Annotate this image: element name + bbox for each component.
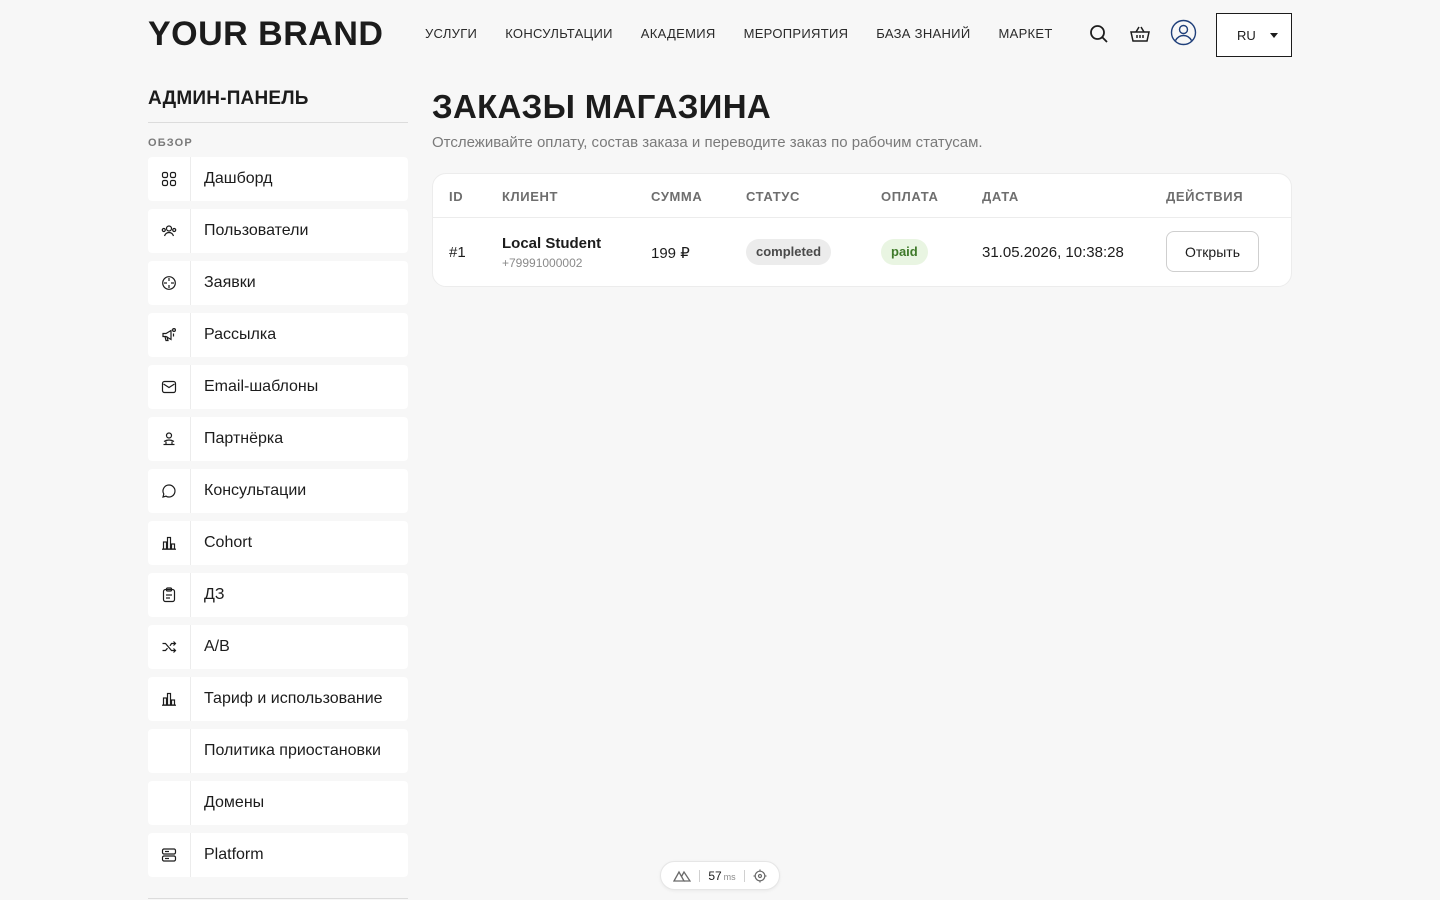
bar-chart-icon <box>148 521 191 565</box>
order-amount: 199 ₽ <box>651 245 690 262</box>
sidebar-item-ab-test[interactable]: A/B <box>148 625 408 669</box>
sidebar-item-consultations[interactable]: Консультации <box>148 469 408 513</box>
dashboard-icon <box>148 157 191 201</box>
chat-icon <box>148 469 191 513</box>
nuxt-icon[interactable] <box>673 870 692 882</box>
column-header-date: ДАТА <box>982 189 1019 204</box>
sidebar-item-label: Домены <box>204 794 265 811</box>
sidebar-item-label: Пользователи <box>204 222 309 239</box>
user-icon[interactable] <box>1170 19 1197 46</box>
server-icon <box>148 833 191 877</box>
order-id: #1 <box>449 244 466 261</box>
basket-icon[interactable] <box>1128 22 1152 46</box>
render-time: 57 ms <box>708 869 735 883</box>
shuffle-icon <box>148 625 191 669</box>
language-value: RU <box>1237 27 1256 43</box>
sidebar-item-label: Политика приостановки <box>204 742 381 759</box>
column-header-payment: ОПЛАТА <box>881 189 939 204</box>
sidebar-item-label: Консультации <box>204 482 307 499</box>
nav-item-academy[interactable]: АКАДЕМИЯ <box>641 26 716 41</box>
client-name: Local Student <box>502 235 602 252</box>
sidebar-item-email-templates[interactable]: Email-шаблоны <box>148 365 408 409</box>
sidebar-item-label: Партнёрка <box>204 430 284 447</box>
render-time-unit: ms <box>723 871 736 882</box>
sidebar-divider <box>148 898 408 899</box>
sidebar-item-users[interactable]: Пользователи <box>148 209 408 253</box>
column-header-client: КЛИЕНТ <box>502 189 558 204</box>
devtools-separator <box>743 869 745 882</box>
sidebar-item-label: Cohort <box>204 534 253 551</box>
column-header-id: ID <box>449 189 464 204</box>
orders-table: ID КЛИЕНТ СУММА СТАТУС ОПЛАТА ДАТА ДЕЙСТ… <box>432 173 1292 287</box>
clipboard-icon <box>148 573 191 617</box>
bar-chart-icon <box>148 677 191 721</box>
empty-icon-slot <box>148 781 191 825</box>
status-badge: completed <box>746 239 832 265</box>
sidebar-item-label: Рассылка <box>204 326 277 343</box>
sidebar-title: АДМИН-ПАНЕЛЬ <box>148 88 408 123</box>
nav-item-knowledge-base[interactable]: БАЗА ЗНАНИЙ <box>876 26 970 41</box>
language-select[interactable]: RU <box>1216 13 1292 57</box>
chevron-down-icon <box>1270 33 1278 38</box>
mail-icon <box>148 365 191 409</box>
nav-item-events[interactable]: МЕРОПРИЯТИЯ <box>744 26 849 41</box>
column-header-actions: ДЕЙСТВИЯ <box>1166 189 1244 204</box>
sidebar-item-platform[interactable]: Platform <box>148 833 408 877</box>
devtools-toolbar: 57 ms <box>660 861 780 890</box>
nav-item-consultations[interactable]: КОНСУЛЬТАЦИИ <box>505 26 613 41</box>
partner-icon <box>148 417 191 461</box>
table-header: ID КЛИЕНТ СУММА СТАТУС ОПЛАТА ДАТА ДЕЙСТ… <box>433 174 1291 218</box>
page-title: ЗАКАЗЫ МАГАЗИНА <box>432 88 771 125</box>
sidebar-item-domains[interactable]: Домены <box>148 781 408 825</box>
inspect-target-icon[interactable] <box>753 869 767 883</box>
sidebar-item-label: A/B <box>204 638 230 655</box>
top-header: YOUR BRAND УСЛУГИ КОНСУЛЬТАЦИИ АКАДЕМИЯ … <box>0 0 1440 70</box>
sidebar-item-requests[interactable]: Заявки <box>148 261 408 305</box>
sidebar-item-label: Тариф и использование <box>204 690 383 707</box>
sidebar-item-cohort[interactable]: Cohort <box>148 521 408 565</box>
sidebar-item-label: Platform <box>204 846 264 863</box>
sidebar-item-label: Дашборд <box>204 170 273 187</box>
sidebar-item-label: Email-шаблоны <box>204 378 319 395</box>
sidebar-item-mailing[interactable]: Рассылка <box>148 313 408 357</box>
client-cell: Local Student +79991000002 <box>502 235 601 270</box>
column-header-amount: СУММА <box>651 189 703 204</box>
users-icon <box>148 209 191 253</box>
column-header-status: СТАТУС <box>746 189 800 204</box>
sidebar-section-label: ОБЗОР <box>148 137 193 149</box>
devtools-separator <box>699 869 701 882</box>
empty-icon-slot <box>148 729 191 773</box>
main-nav: УСЛУГИ КОНСУЛЬТАЦИИ АКАДЕМИЯ МЕРОПРИЯТИЯ… <box>425 26 1053 41</box>
search-icon[interactable] <box>1087 22 1111 46</box>
render-time-value: 57 <box>708 868 722 883</box>
page-subtitle: Отслеживайте оплату, состав заказа и пер… <box>432 134 983 151</box>
sidebar-list: Дашборд Пользователи Заявки Рассылка Ema… <box>148 157 408 877</box>
sidebar-item-affiliate[interactable]: Партнёрка <box>148 417 408 461</box>
sidebar-item-homework[interactable]: ДЗ <box>148 573 408 617</box>
sidebar-item-suspension-policy[interactable]: Политика приостановки <box>148 729 408 773</box>
client-phone: +79991000002 <box>502 256 583 270</box>
target-icon <box>148 261 191 305</box>
nav-item-services[interactable]: УСЛУГИ <box>425 26 477 41</box>
sidebar-item-dashboard[interactable]: Дашборд <box>148 157 408 201</box>
payment-badge: paid <box>881 239 928 265</box>
open-order-button[interactable]: Открыть <box>1166 231 1259 272</box>
nav-item-market[interactable]: МАРКЕТ <box>998 26 1052 41</box>
sidebar-item-label: ДЗ <box>204 586 225 603</box>
brand-logo[interactable]: YOUR BRAND <box>148 15 383 54</box>
order-date: 31.05.2026, 10:38:28 <box>982 244 1124 261</box>
megaphone-icon <box>148 313 191 357</box>
table-row: #1 Local Student +79991000002 199 ₽ comp… <box>433 218 1291 286</box>
admin-sidebar: АДМИН-ПАНЕЛЬ ОБЗОР Дашборд Пользователи <box>148 88 408 885</box>
sidebar-item-label: Заявки <box>204 274 256 291</box>
sidebar-item-tariff-usage[interactable]: Тариф и использование <box>148 677 408 721</box>
